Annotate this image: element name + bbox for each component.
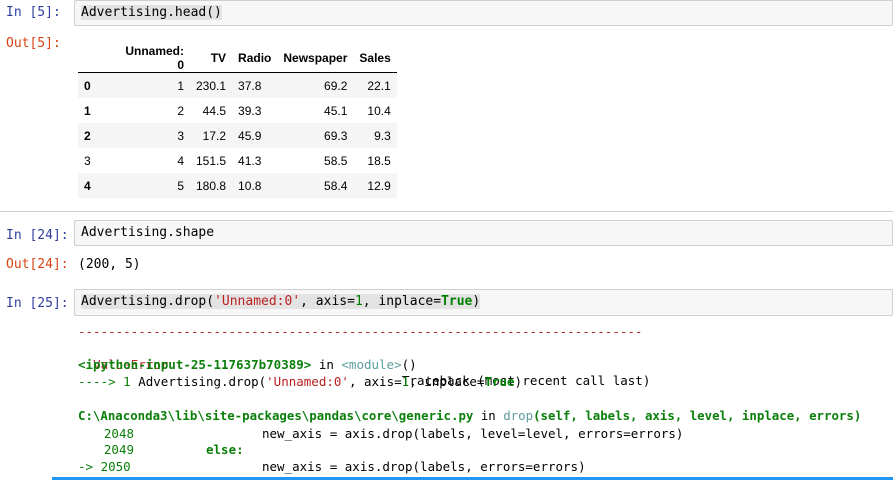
row-index: 1: [84, 103, 91, 118]
cell-24-output-prompt: Out[24]:: [6, 257, 69, 272]
table-header-row: Unnamed: 0 TV Radio Newspaper Sales: [78, 44, 397, 73]
traceback-frame-1-header: <ipython-input-25-117637b70389> in <modu…: [78, 357, 417, 373]
table-header-newspaper: Newspaper: [277, 44, 354, 73]
cell-5-code-text: Advertising.head(): [81, 5, 222, 20]
cell-divider: [0, 211, 893, 212]
table-header-unnamed: Unnamed: 0: [110, 44, 190, 73]
cell-sales: 9.3: [374, 128, 391, 143]
cell-radio: 10.8: [238, 178, 262, 193]
table-header-radio: Radio: [232, 44, 278, 73]
module-name: <module>: [341, 357, 402, 372]
table-header-sales: Sales: [353, 44, 397, 73]
table-header-tv: TV: [190, 44, 233, 73]
cell-radio: 45.9: [238, 128, 262, 143]
traceback-line-2050: -> 2050 new_axis = axis.drop(labels, erro…: [78, 459, 586, 475]
table-row: 3 4 151.5 41.3 58.5 18.5: [78, 148, 397, 173]
table-row: 2 3 17.2 45.9 69.3 9.3: [78, 123, 397, 148]
table-row: 1 2 44.5 39.3 45.1 10.4: [78, 98, 397, 123]
code-string-token: 'Unnamed:0': [214, 294, 301, 309]
cell-newspaper: 58.4: [324, 178, 348, 193]
cell-sales: 12.9: [367, 178, 391, 193]
input-ref: <ipython-input-25-117637b70389>: [78, 357, 312, 372]
code-token: , axis=: [300, 294, 355, 309]
cell-tv: 151.5: [196, 153, 227, 168]
code-token: ): [514, 374, 523, 389]
cell-24-input-prompt: In [24]:: [6, 228, 69, 243]
arrow-marker: ----> 1: [78, 374, 139, 389]
module-suffix: (): [401, 357, 417, 372]
line-code: new_axis = axis.drop(labels, level=level…: [262, 426, 684, 441]
cell-radio: 41.3: [238, 153, 262, 168]
cell-sales: 22.1: [367, 78, 391, 93]
code-number-token: 1: [354, 294, 363, 309]
cell-unnamed: 5: [177, 178, 184, 193]
code-token: , inplace=: [409, 374, 485, 389]
cell-25-code-text: Advertising.drop('Unnamed:0', axis=1, in…: [81, 294, 481, 309]
cell-sales: 18.5: [367, 153, 391, 168]
table-row: 4 5 180.8 10.8 58.4 12.9: [78, 173, 397, 198]
cell-tv: 180.8: [196, 178, 227, 193]
cell-5-input-prompt: In [5]:: [6, 5, 61, 20]
line-number: 2049: [103, 442, 134, 457]
cell-newspaper: 69.2: [324, 78, 348, 93]
cell-24-code-input[interactable]: Advertising.shape: [74, 220, 893, 246]
code-token: Advertising.drop(: [138, 374, 267, 389]
cell-newspaper: 69.3: [324, 128, 348, 143]
line-code: else:: [206, 442, 244, 457]
cell-24-code-text: Advertising.shape: [81, 225, 215, 240]
code-token: ): [472, 294, 481, 309]
traceback-line-2049: 2049 else:: [78, 442, 244, 458]
traceback-frame-1-line: ----> 1 Advertising.drop('Unnamed:0', ax…: [78, 374, 522, 390]
row-index: 2: [84, 128, 91, 143]
line-arrow: -> 2050: [78, 459, 131, 474]
cell-radio: 37.8: [238, 78, 262, 93]
table-row: 0 1 230.1 37.8 69.2 22.1: [78, 72, 397, 98]
table-header-index: [78, 44, 110, 73]
row-index: 4: [84, 178, 91, 193]
in-word: in: [473, 408, 504, 423]
line-number: 2048: [103, 426, 134, 441]
row-index: 3: [84, 153, 91, 168]
cell-unnamed: 1: [177, 78, 184, 93]
row-index: 0: [84, 78, 91, 93]
traceback-divider: ----------------------------------------…: [78, 324, 643, 339]
cell-unnamed: 4: [177, 153, 184, 168]
cell-25-input-prompt: In [25]:: [6, 296, 69, 311]
in-word: in: [311, 357, 342, 372]
traceback-line-2048: 2048 new_axis = axis.drop(labels, level=l…: [78, 426, 684, 442]
code-token: Advertising.drop(: [81, 294, 215, 309]
func-name: drop: [503, 408, 534, 423]
code-token: , axis=: [348, 374, 402, 389]
cell-5-code-input[interactable]: Advertising.head(): [74, 0, 893, 26]
cell-tv: 17.2: [202, 128, 227, 143]
traceback-frame-2-header: C:\Anaconda3\lib\site-packages\pandas\co…: [78, 408, 861, 424]
cell-sales: 10.4: [367, 103, 391, 118]
cell-unnamed: 3: [177, 128, 184, 143]
code-keyword-token: True: [441, 294, 473, 309]
cell-radio: 39.3: [238, 103, 262, 118]
cell-newspaper: 58.5: [324, 153, 348, 168]
cell-24-output-text: (200, 5): [78, 257, 141, 272]
cell-5-output-prompt: Out[5]:: [6, 36, 61, 51]
dataframe-head-table: Unnamed: 0 TV Radio Newspaper Sales 0 1 …: [78, 44, 397, 198]
code-token: , inplace=: [362, 294, 442, 309]
cell-unnamed: 2: [177, 103, 184, 118]
func-args: (self, labels, axis, level, inplace, err…: [533, 408, 862, 423]
cell-25-code-input[interactable]: Advertising.drop('Unnamed:0', axis=1, in…: [74, 289, 893, 316]
code-string-token: 'Unnamed:0': [266, 374, 349, 389]
line-code: new_axis = axis.drop(labels, errors=erro…: [262, 459, 586, 474]
cell-tv: 230.1: [196, 78, 227, 93]
code-keyword-token: True: [484, 374, 515, 389]
cell-tv: 44.5: [202, 103, 227, 118]
file-path: C:\Anaconda3\lib\site-packages\pandas\co…: [78, 408, 474, 423]
cell-newspaper: 45.1: [324, 103, 348, 118]
